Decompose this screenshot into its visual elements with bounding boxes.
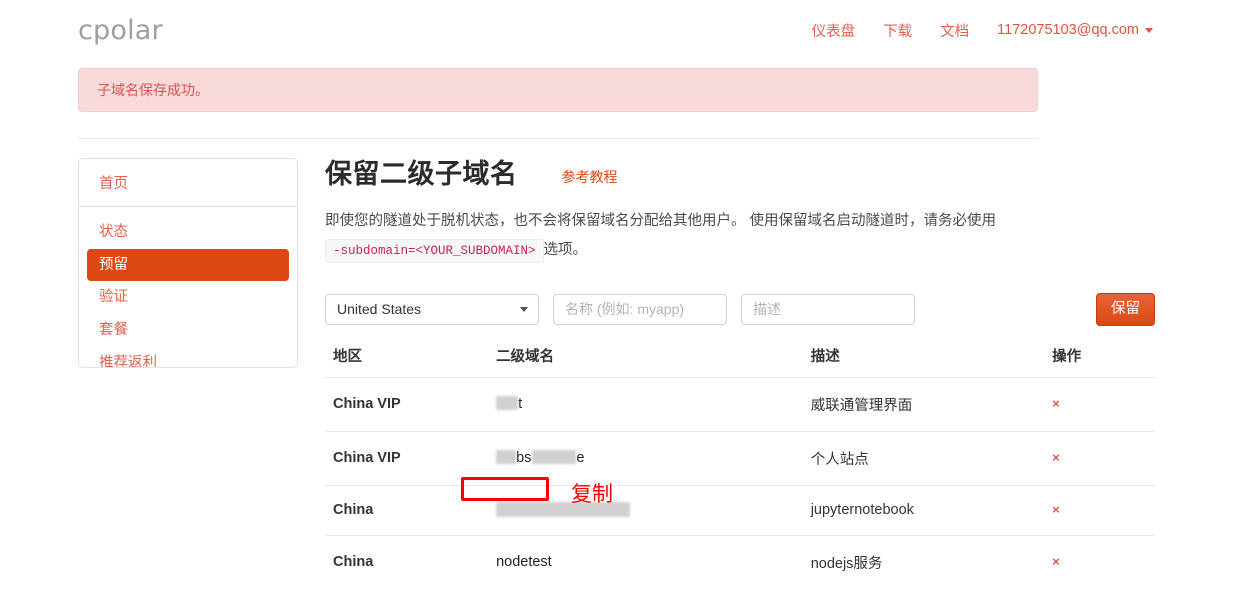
cell-description: jupyternotebook xyxy=(802,485,1045,536)
page-description: 即使您的隧道处于脱机状态，也不会将保留域名分配给其他用户。 使用保留域名启动隧道… xyxy=(325,207,1025,265)
table-header-row: 地区 二级域名 描述 操作 xyxy=(325,344,1155,378)
subdomain-text: t xyxy=(518,396,523,413)
cell-subdomain: bs e xyxy=(488,431,803,486)
column-header-action: 操作 xyxy=(1044,344,1155,378)
nav-link-download[interactable]: 下载 xyxy=(883,20,912,41)
cell-region: China xyxy=(333,554,374,571)
cell-action: × xyxy=(1044,535,1155,589)
subdomain-text-suffix: e xyxy=(576,450,585,467)
user-email-label: 1172075103@qq.com xyxy=(997,22,1139,38)
region-select[interactable]: United States xyxy=(325,293,539,325)
subdomain-description-input[interactable] xyxy=(741,293,915,325)
column-header-region: 地区 xyxy=(325,344,489,378)
cell-subdomain: t xyxy=(488,377,803,432)
user-menu[interactable]: 1172075103@qq.com xyxy=(997,22,1153,38)
cell-action: × xyxy=(1044,377,1155,432)
sidebar-item-referral[interactable]: 推荐返利 xyxy=(87,347,289,367)
redaction-block xyxy=(496,450,517,465)
redaction-block xyxy=(496,501,631,517)
top-navbar: cpolar 仪表盘 下载 文档 1172075103@qq.com xyxy=(0,0,1233,60)
column-header-description: 描述 xyxy=(802,344,1045,378)
subdomain-table: 地区 二级域名 描述 操作 China VIP t 威联通管理界面 × Chin xyxy=(325,344,1155,589)
cell-region: China VIP xyxy=(325,431,489,486)
subdomain-name-input[interactable] xyxy=(553,293,727,325)
delete-icon[interactable]: × xyxy=(1052,502,1060,517)
cell-subdomain: nodetest xyxy=(488,535,803,589)
navbar-links: 仪表盘 下载 文档 1172075103@qq.com xyxy=(812,20,1173,41)
table-head: 地区 二级域名 描述 操作 xyxy=(325,344,1155,378)
subdomain-flag-code: -subdomain=<YOUR_SUBDOMAIN> xyxy=(325,238,544,263)
sidebar-item-auth[interactable]: 验证 xyxy=(87,281,289,314)
delete-icon[interactable]: × xyxy=(1052,396,1060,411)
content-area: 首页 状态 预留 验证 套餐 推荐返利 保留二级子域名 参考教程 即使您的隧道处… xyxy=(0,139,1233,589)
reserve-form: United States 保留 xyxy=(325,292,1155,326)
sidebar-menu: 状态 预留 验证 套餐 推荐返利 xyxy=(79,207,297,367)
delete-icon[interactable]: × xyxy=(1052,554,1060,569)
nav-link-dashboard[interactable]: 仪表盘 xyxy=(812,20,856,41)
tutorial-link[interactable]: 参考教程 xyxy=(562,167,618,187)
cell-region: China xyxy=(325,485,489,536)
chevron-down-icon xyxy=(1145,27,1153,33)
table-row: China VIP t 威联通管理界面 × xyxy=(325,377,1155,432)
sidebar-item-home[interactable]: 首页 xyxy=(79,159,297,207)
delete-icon[interactable]: × xyxy=(1052,450,1060,465)
table-body: China VIP t 威联通管理界面 × China VIP bs e 个人站点… xyxy=(325,377,1155,589)
sidebar-item-reserved[interactable]: 预留 xyxy=(87,248,289,282)
sidebar: 首页 状态 预留 验证 套餐 推荐返利 xyxy=(78,158,298,368)
page-title: 保留二级子域名 xyxy=(325,159,518,189)
region-select-wrap: United States xyxy=(325,293,539,325)
redaction-block xyxy=(496,396,519,411)
table-row: China jupyternotebook × xyxy=(325,485,1155,536)
cell-subdomain xyxy=(488,485,803,536)
title-row: 保留二级子域名 参考教程 xyxy=(325,158,1155,192)
table-row: China VIP bs e 个人站点 × xyxy=(325,431,1155,486)
description-text-part2: 选项。 xyxy=(543,241,588,258)
page-root: cpolar 仪表盘 下载 文档 1172075103@qq.com 子域名保存… xyxy=(0,0,1233,589)
nav-link-docs[interactable]: 文档 xyxy=(940,20,969,41)
subdomain-text: bs xyxy=(516,450,532,467)
cell-region: China VIP xyxy=(325,377,489,432)
sidebar-item-status[interactable]: 状态 xyxy=(87,216,289,249)
sidebar-item-plan[interactable]: 套餐 xyxy=(87,314,289,347)
reserve-button[interactable]: 保留 xyxy=(1096,292,1155,326)
subdomain-text: nodetest xyxy=(496,554,552,571)
table-row: China nodetest nodejs服务 × xyxy=(325,535,1155,589)
cell-description: 威联通管理界面 xyxy=(802,377,1045,432)
column-header-subdomain: 二级域名 xyxy=(488,344,803,378)
brand-logo[interactable]: cpolar xyxy=(78,15,163,46)
description-text-part1: 即使您的隧道处于脱机状态，也不会将保留域名分配给其他用户。 使用保留域名启动隧道… xyxy=(325,212,997,229)
main-panel: 保留二级子域名 参考教程 即使您的隧道处于脱机状态，也不会将保留域名分配给其他用… xyxy=(298,158,1155,589)
redaction-block xyxy=(532,450,577,465)
cell-action: × xyxy=(1044,485,1155,536)
alert-message: 子域名保存成功。 xyxy=(97,82,209,98)
cell-description: nodejs服务 xyxy=(810,555,883,572)
cell-action: × xyxy=(1044,431,1155,486)
success-alert: 子域名保存成功。 xyxy=(78,68,1038,112)
cell-description: 个人站点 xyxy=(802,431,1045,486)
